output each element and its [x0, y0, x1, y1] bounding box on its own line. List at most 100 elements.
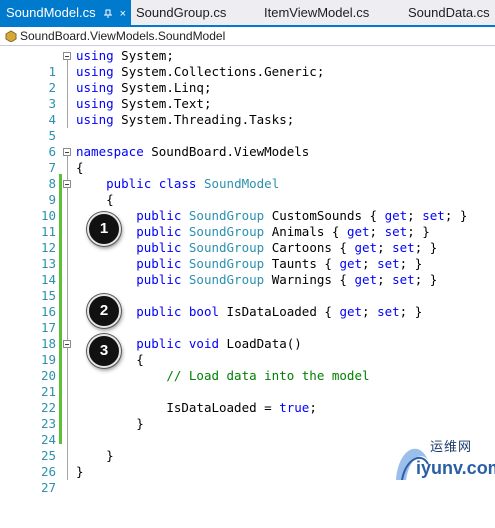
code-line: 8 { [0, 160, 495, 191]
keyword: using [76, 80, 114, 95]
code-text: ; } [444, 208, 468, 223]
keyword: set [384, 224, 408, 239]
tab-soundgroup[interactable]: SoundGroup.cs [136, 0, 226, 25]
code-line: 4 using System.Text; [0, 96, 495, 127]
code-text: { [106, 192, 114, 207]
code-text: ; } [414, 272, 438, 287]
keyword: public [136, 272, 182, 287]
tab-itemviewmodel[interactable]: ItemViewModel.cs [264, 0, 369, 25]
keyword: set [392, 240, 415, 255]
tab-label: SoundData.cs [408, 5, 490, 20]
tab-label: SoundModel.cs [6, 5, 96, 20]
code-line: 11 public SoundGroup CustomSounds { get;… [0, 208, 495, 239]
keyword: get [354, 272, 378, 287]
keyword: public [106, 176, 152, 191]
collapse-icon[interactable] [63, 180, 71, 188]
code-line: 23 IsDataLoaded = true; [0, 400, 495, 431]
code-text: ; } [399, 256, 423, 271]
type-name: SoundGroup [188, 256, 265, 271]
code-text: ; [377, 240, 393, 255]
code-text: IsDataLoaded = [166, 400, 280, 415]
breadcrumb[interactable]: SoundBoard.ViewModels.SoundModel [20, 27, 225, 45]
code-text: SoundBoard.ViewModels [143, 144, 310, 159]
tab-sounddata[interactable]: SoundData.cs [408, 0, 490, 25]
keyword: get [339, 256, 363, 271]
keyword: public [136, 336, 182, 351]
keyword: get [384, 208, 408, 223]
keyword: set [422, 208, 445, 223]
collapse-icon[interactable] [63, 340, 71, 348]
keyword: public [136, 240, 182, 255]
code-text: { [136, 352, 144, 367]
document-tab-bar: SoundModel.cs × SoundGroup.cs ItemViewMo… [0, 0, 495, 27]
navigation-bar[interactable]: SoundBoard.ViewModels.SoundModel [0, 27, 495, 46]
code-text: ; [309, 400, 317, 415]
code-line: 16 [0, 288, 495, 319]
code-text: } [106, 448, 114, 463]
keyword: using [76, 96, 114, 111]
type-name: SoundGroup [188, 240, 265, 255]
keyword: get [339, 304, 363, 319]
tab-soundmodel[interactable]: SoundModel.cs × [0, 0, 131, 25]
code-text: ; } [407, 224, 430, 239]
code-text: LoadData() [219, 336, 302, 351]
code-text: System.Linq; [113, 80, 212, 95]
callout-badge-1: 1 [87, 212, 121, 246]
keyword: public [136, 224, 182, 239]
watermark-url: iyunv.com [416, 458, 495, 478]
code-line: 18 [0, 320, 495, 351]
keyword: public [136, 304, 182, 319]
keyword: namespace [76, 144, 144, 159]
code-comment: // Load data into the model [166, 368, 370, 383]
pin-icon[interactable] [103, 9, 113, 19]
close-icon[interactable]: × [117, 2, 129, 27]
code-text: Animals { [264, 224, 347, 239]
type-name: SoundGroup [188, 272, 265, 287]
code-line: 15 public SoundGroup Warnings { get; set… [0, 272, 495, 303]
type-name: SoundModel [203, 176, 280, 191]
code-text: Cartoons { [264, 240, 355, 255]
code-line: 17 public bool IsDataLoaded { get; set; … [0, 304, 495, 335]
collapse-icon[interactable] [63, 148, 71, 156]
code-text: System.Collections.Generic; [113, 64, 325, 79]
keyword: set [392, 272, 415, 287]
code-line: 12 public SoundGroup Animals { get; set;… [0, 224, 495, 255]
keyword: public [136, 256, 182, 271]
class-icon [5, 30, 17, 42]
code-text: ; [369, 224, 385, 239]
code-text: System.Threading.Tasks; [113, 112, 295, 127]
watermark-text: 运维网 [430, 440, 473, 455]
code-text: Warnings { [264, 272, 355, 287]
code-text: ; [362, 304, 378, 319]
type-name: SoundGroup [188, 208, 265, 223]
code-line: 14 public SoundGroup Taunts { get; set; … [0, 256, 495, 287]
keyword: void [188, 336, 220, 351]
code-line: 13 public SoundGroup Cartoons { get; set… [0, 240, 495, 271]
code-text: { [76, 160, 84, 175]
line-number: 27 [40, 480, 56, 495]
tab-label: ItemViewModel.cs [264, 5, 370, 20]
code-line: 20 { [0, 352, 495, 383]
code-line: 5 using System.Threading.Tasks; [0, 112, 495, 143]
code-text: System; [113, 48, 174, 63]
keyword: set [377, 304, 400, 319]
keyword: set [377, 256, 400, 271]
keyword: get [346, 224, 370, 239]
keyword: class [158, 176, 197, 191]
code-line: 19 public void LoadData() [0, 336, 495, 367]
keyword: using [76, 64, 114, 79]
code-editor[interactable]: 1 using System; 2 using System.Collectio… [0, 46, 495, 495]
callout-badge-3: 3 [87, 334, 121, 368]
callout-badge-2: 2 [87, 294, 121, 328]
code-text: ; [377, 272, 393, 287]
code-line: 22 [0, 384, 495, 415]
code-text: ; [362, 256, 378, 271]
collapse-icon[interactable] [63, 52, 71, 60]
code-text: } [136, 416, 144, 431]
type-name: SoundGroup [188, 224, 265, 239]
code-text: ; } [399, 304, 423, 319]
code-line: 9 public class SoundModel [0, 176, 495, 207]
code-text: IsDataLoaded { [219, 304, 340, 319]
code-line: 1 using System; [0, 48, 495, 79]
code-text: CustomSounds { [264, 208, 385, 223]
